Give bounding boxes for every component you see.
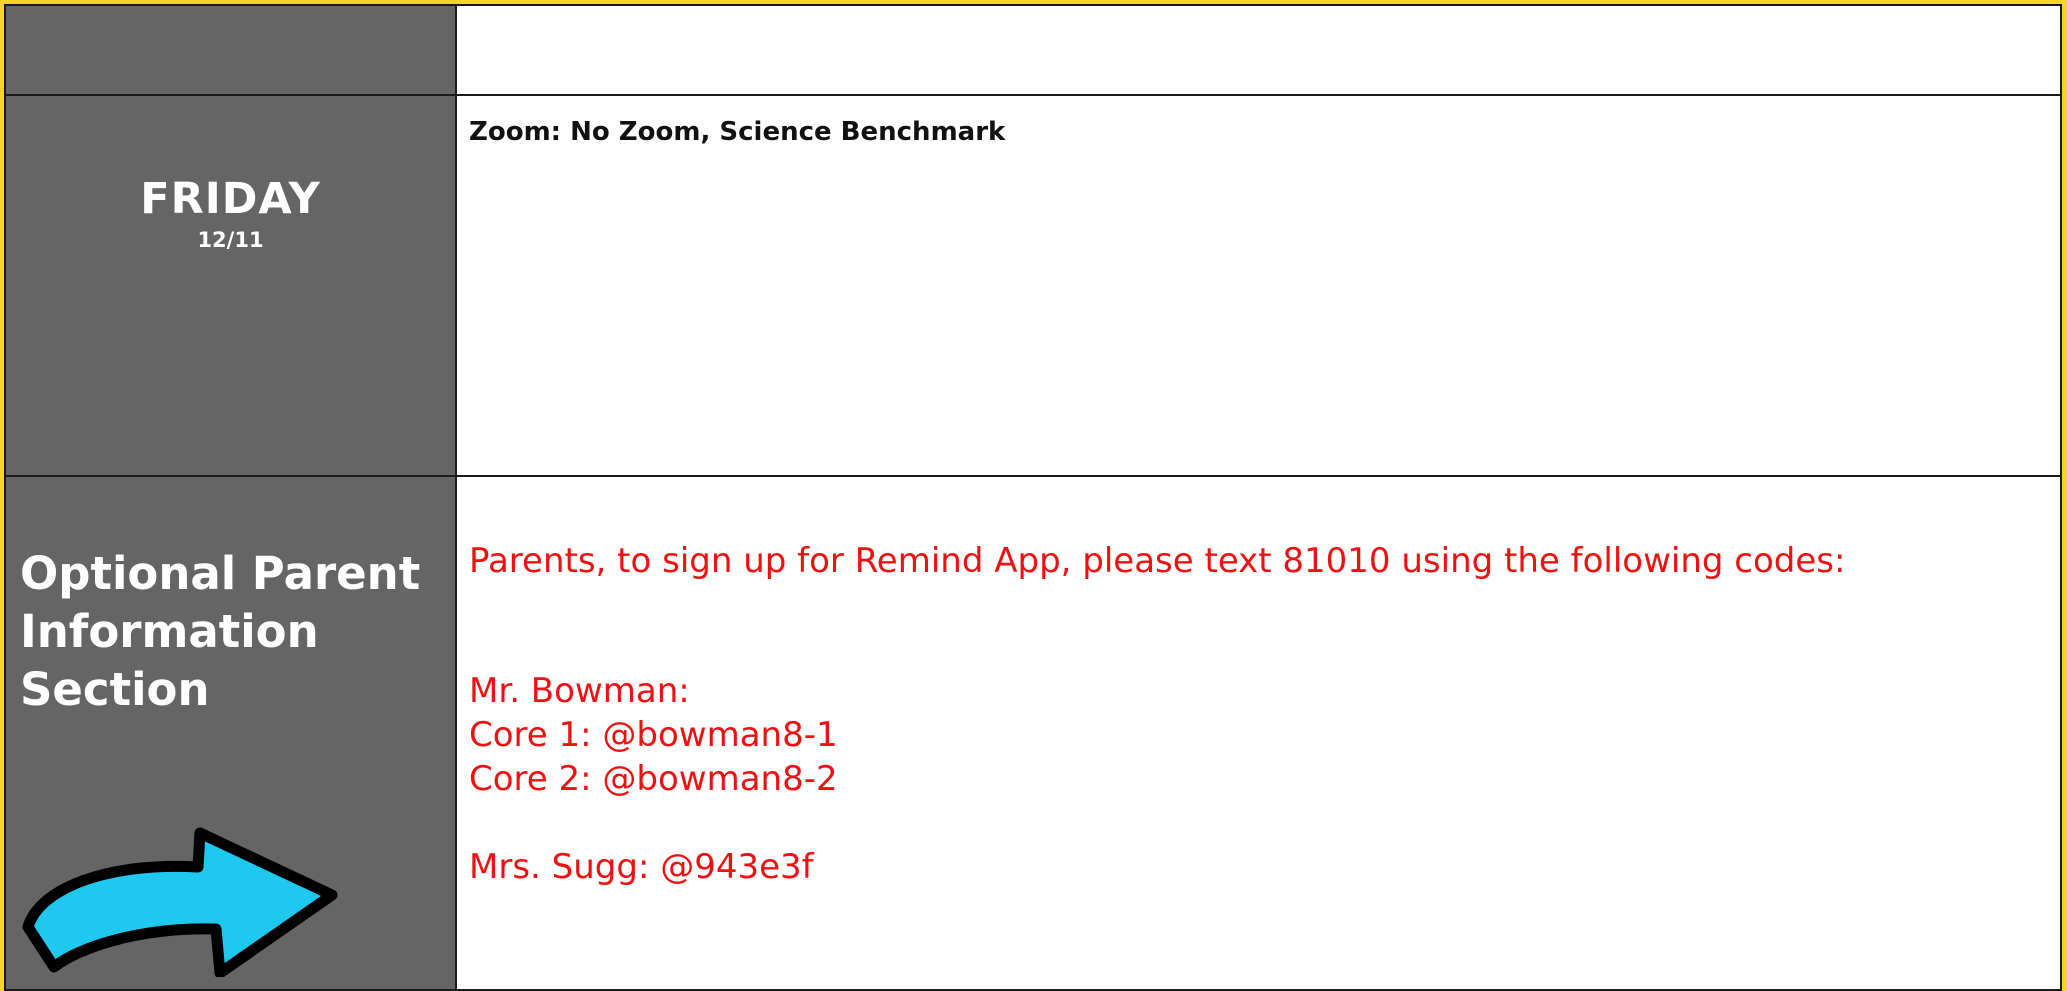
parent-title-line-3: Section [20, 663, 210, 716]
day-content-cell: Zoom: No Zoom, Science Benchmark [455, 94, 2062, 477]
header-row [4, 4, 2062, 96]
parent-title-line-1: Optional Parent [20, 547, 421, 600]
core-2-code: Core 2: @bowman8-2 [469, 759, 838, 799]
header-main-cell [455, 4, 2062, 96]
parent-side-cell: Optional Parent Information Section [4, 475, 457, 991]
remind-intro: Parents, to sign up for Remind App, plea… [469, 541, 1846, 581]
day-date: 12/11 [197, 228, 264, 252]
parent-info-row: Optional Parent Information Section Pare… [4, 475, 2062, 991]
friday-row: FRIDAY 12/11 Zoom: No Zoom, Science Benc… [4, 94, 2062, 477]
teacher-sugg-code: Mrs. Sugg: @943e3f [469, 847, 814, 887]
schedule-table: FRIDAY 12/11 Zoom: No Zoom, Science Benc… [4, 4, 2062, 991]
parent-info-cell: Parents, to sign up for Remind App, plea… [455, 475, 2062, 991]
teacher-bowman: Mr. Bowman: [469, 671, 690, 711]
remind-info: Parents, to sign up for Remind App, plea… [457, 477, 2060, 889]
right-curved-arrow-icon [22, 827, 338, 977]
day-cell: FRIDAY 12/11 [4, 94, 457, 477]
schedule-frame: FRIDAY 12/11 Zoom: No Zoom, Science Benc… [4, 4, 2062, 991]
parent-title-line-2: Information [20, 605, 319, 658]
day-name: FRIDAY [140, 174, 321, 224]
header-side-cell [4, 4, 457, 96]
zoom-text: Zoom: No Zoom, Science Benchmark [469, 117, 1006, 147]
day-label: FRIDAY 12/11 [6, 96, 455, 256]
parent-section-title: Optional Parent Information Section [20, 545, 440, 719]
core-1-code: Core 1: @bowman8-1 [469, 715, 838, 755]
